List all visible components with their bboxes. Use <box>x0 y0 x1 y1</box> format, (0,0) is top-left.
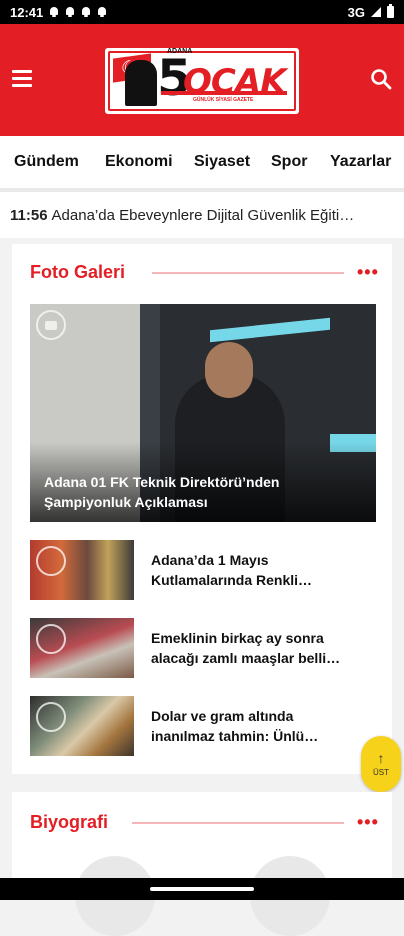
status-bar: 12:41 3G <box>0 0 404 24</box>
arrow-up-icon: ↑ <box>377 750 385 766</box>
news-ticker[interactable]: 11:56 Adana’da Ebeveynlere Dijital Güven… <box>0 192 404 238</box>
app-header: ADANA 5 OCAK GÜNLÜK SİYASİ GAZETE <box>0 24 404 136</box>
gallery-list-item[interactable]: Emeklinin birkaç ay sonra alacağı zamlı … <box>30 618 376 678</box>
notification-icon <box>81 7 91 17</box>
section-title: Foto Galeri <box>30 262 126 282</box>
scroll-top-button[interactable]: ↑ ÜST <box>361 736 401 792</box>
ticker-text: Adana’da Ebeveynlere Dijital Güvenlik Eğ… <box>51 206 355 224</box>
hamburger-menu-icon[interactable] <box>12 70 32 87</box>
home-gesture-handle[interactable] <box>150 887 254 891</box>
signal-icon <box>371 7 381 17</box>
battery-icon <box>387 4 394 18</box>
site-logo[interactable]: ADANA 5 OCAK GÜNLÜK SİYASİ GAZETE <box>105 48 299 114</box>
camera-icon <box>36 546 66 576</box>
thumbnail <box>30 540 134 600</box>
notification-icon <box>49 7 59 17</box>
section-title: Biyografi <box>30 812 109 832</box>
ticker-time: 11:56 <box>10 206 48 224</box>
item-title: Adana’da 1 Mayıs Kutlamalarında Renkli… <box>151 552 313 588</box>
item-title: Dolar ve gram altında inanılmaz tahmin: … <box>151 708 319 744</box>
portrait-icon <box>125 60 157 106</box>
search-icon[interactable] <box>370 68 392 90</box>
scroll-top-label: ÜST <box>373 768 389 777</box>
category-nav: Gündem Ekonomi Siyaset Spor Yazarlar <box>0 136 404 188</box>
camera-icon <box>36 624 66 654</box>
system-nav-bar <box>0 878 404 900</box>
item-title: Emeklinin birkaç ay sonra alacağı zamlı … <box>151 630 341 666</box>
more-icon[interactable]: ••• <box>357 812 379 833</box>
gallery-list-item[interactable]: Adana’da 1 Mayıs Kutlamalarında Renkli… <box>30 540 376 600</box>
more-icon[interactable]: ••• <box>357 262 379 283</box>
section-divider <box>152 272 344 274</box>
gallery-list-item[interactable]: Dolar ve gram altında inanılmaz tahmin: … <box>30 696 376 756</box>
section-divider <box>132 822 344 824</box>
nav-item-ekonomi[interactable]: Ekonomi <box>105 153 173 171</box>
thumbnail <box>30 618 134 678</box>
camera-icon <box>36 702 66 732</box>
nav-item-gundem[interactable]: Gündem <box>14 153 79 171</box>
featured-gallery-item[interactable]: Adana 01 FK Teknik Direktörü’nden Şampiy… <box>30 304 376 522</box>
nav-item-yazarlar[interactable]: Yazarlar <box>330 153 391 171</box>
nav-item-spor[interactable]: Spor <box>271 153 307 171</box>
camera-icon <box>36 310 66 340</box>
nav-item-siyaset[interactable]: Siyaset <box>194 153 250 171</box>
notification-icon <box>65 7 75 17</box>
thumbnail <box>30 696 134 756</box>
featured-caption: Adana 01 FK Teknik Direktörü’nden Şampiy… <box>44 474 280 510</box>
biography-card <box>12 792 392 882</box>
clock: 12:41 <box>10 4 44 20</box>
network-type: 3G <box>347 4 365 20</box>
notification-icon <box>97 7 107 17</box>
